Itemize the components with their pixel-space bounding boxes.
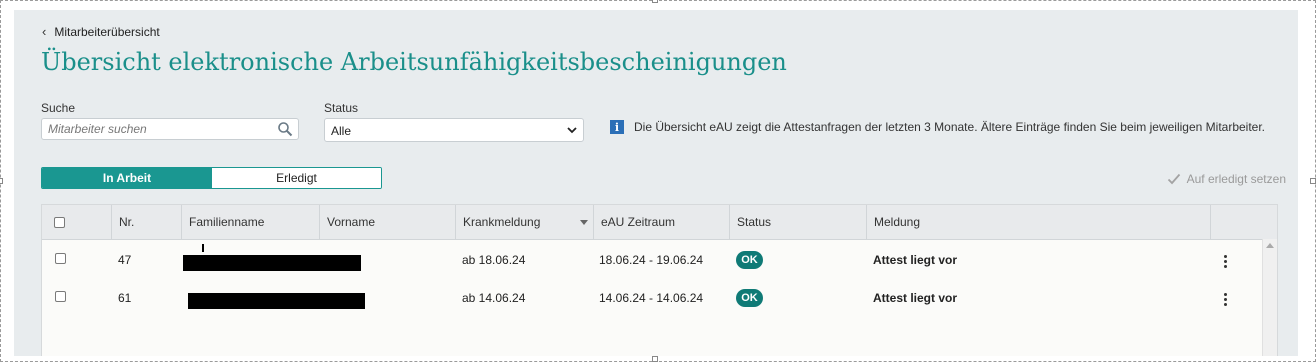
tab-erledigt[interactable]: Erledigt — [212, 168, 381, 188]
resize-handle-right[interactable] — [1310, 178, 1316, 184]
status-badge: OK — [736, 251, 763, 269]
header-first-name[interactable]: Vorname — [320, 205, 456, 239]
info-text: Die Übersicht eAU zeigt die Attestanfrag… — [634, 120, 1266, 134]
eau-overview-panel: ‹ Mitarbeiterübersicht Übersicht elektro… — [14, 10, 1298, 356]
kebab-menu-icon[interactable] — [1224, 293, 1228, 306]
status-badge: OK — [736, 289, 763, 307]
table-scrollbar[interactable] — [1262, 239, 1277, 356]
row-eau-period: 14.06.24 - 14.06.24 — [599, 291, 704, 305]
header-eau-period[interactable]: eAU Zeitraum — [594, 205, 730, 239]
row-message: Attest liegt vor — [873, 291, 958, 305]
info-icon: i — [610, 120, 624, 134]
row-checkbox[interactable] — [55, 253, 66, 264]
search-icon[interactable] — [277, 121, 293, 137]
kebab-menu-icon[interactable] — [1224, 255, 1228, 268]
header-actions — [1211, 205, 1278, 239]
check-icon — [1167, 173, 1180, 185]
eau-table: Nr. Familienname Vorname Krankmeldung eA… — [41, 204, 1278, 356]
header-family-name[interactable]: Familienname — [182, 205, 320, 239]
header-sick-note[interactable]: Krankmeldung — [456, 205, 594, 239]
row-sick-date: ab 18.06.24 — [462, 253, 526, 267]
header-nr[interactable]: Nr. — [112, 205, 182, 239]
header-sick-note-label: Krankmeldung — [463, 215, 541, 229]
page-title: Übersicht elektronische Arbeitsunfähigke… — [41, 48, 787, 76]
search-label: Suche — [41, 101, 76, 115]
table-row[interactable]: 61 ab 14.06.24 14.06.24 - 14.06.24 OK At… — [42, 277, 1262, 315]
status-label: Status — [324, 101, 359, 115]
redacted-name — [183, 255, 361, 271]
chevron-down-icon — [567, 127, 577, 134]
header-message[interactable]: Meldung — [867, 205, 1211, 239]
tab-in-arbeit[interactable]: In Arbeit — [42, 168, 212, 188]
set-done-label: Auf erledigt setzen — [1186, 172, 1286, 186]
status-select[interactable]: Alle — [324, 118, 584, 142]
status-select-value: Alle — [331, 124, 352, 138]
set-done-button[interactable]: Auf erledigt setzen — [1167, 172, 1286, 186]
row-nr: 61 — [118, 291, 132, 305]
search-field[interactable] — [41, 118, 299, 140]
back-link-label: Mitarbeiterübersicht — [54, 24, 160, 39]
row-sick-date: ab 14.06.24 — [462, 291, 526, 305]
table-header: Nr. Familienname Vorname Krankmeldung eA… — [42, 205, 1277, 240]
row-eau-period: 18.06.24 - 19.06.24 — [599, 253, 704, 267]
redaction-mark — [202, 244, 204, 252]
resize-handle-top[interactable] — [652, 0, 658, 3]
tab-switch: In Arbeit Erledigt — [41, 167, 382, 189]
resize-handle-left[interactable] — [0, 178, 3, 184]
resize-handle-bottom[interactable] — [652, 356, 658, 362]
row-message: Attest liegt vor — [873, 253, 958, 267]
row-nr: 47 — [118, 253, 132, 267]
back-link[interactable]: ‹ Mitarbeiterübersicht — [42, 24, 160, 39]
header-select-cell — [42, 205, 112, 239]
redacted-name — [188, 293, 365, 309]
table-row[interactable]: 47 ab 18.06.24 18.06.24 - 19.06.24 OK At… — [42, 239, 1262, 277]
row-checkbox[interactable] — [55, 291, 66, 302]
sort-desc-icon[interactable] — [580, 220, 588, 225]
header-status[interactable]: Status — [730, 205, 867, 239]
info-notice: i Die Übersicht eAU zeigt die Attestanfr… — [610, 120, 1265, 134]
select-all-checkbox[interactable] — [54, 216, 65, 228]
search-input[interactable] — [42, 119, 268, 139]
chevron-left-icon: ‹ — [42, 24, 47, 39]
scroll-up-icon[interactable] — [1266, 243, 1274, 248]
